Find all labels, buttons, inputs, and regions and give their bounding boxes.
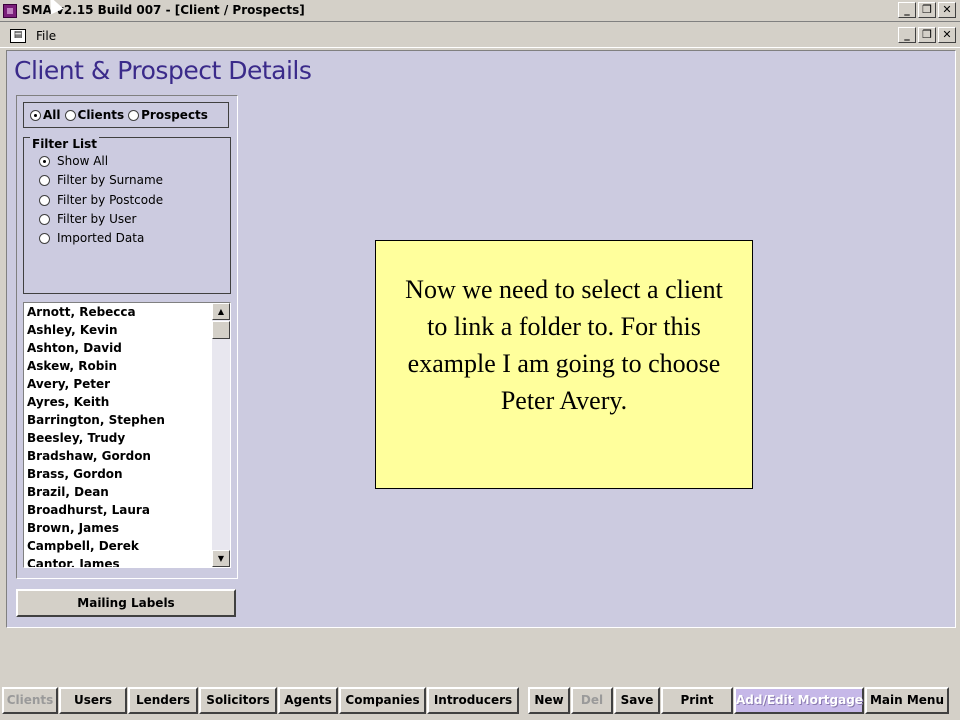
list-item[interactable]: Bradshaw, Gordon xyxy=(27,447,212,465)
form-icon[interactable]: ▤ xyxy=(10,29,26,43)
list-item[interactable]: Brown, James xyxy=(27,519,212,537)
radio-prospects[interactable]: Prospects xyxy=(128,108,208,122)
filter-imported-data-dot[interactable] xyxy=(39,232,50,244)
new-button[interactable]: New xyxy=(528,687,570,714)
scroll-up-arrow-icon[interactable]: ▲ xyxy=(212,303,230,320)
radio-all[interactable]: All xyxy=(30,108,61,122)
menu-file[interactable]: File xyxy=(36,29,56,43)
window-title: SMA v2.15 Build 007 - [Client / Prospect… xyxy=(22,3,305,17)
filter-by-user-dot[interactable] xyxy=(39,213,50,225)
companies-button[interactable]: Companies xyxy=(339,687,426,714)
list-scrollbar[interactable]: ▲ ▼ xyxy=(212,303,230,567)
app-icon[interactable] xyxy=(3,4,17,18)
page-title: Client & Prospect Details xyxy=(14,56,312,85)
save-button[interactable]: Save xyxy=(614,687,660,714)
window-controls: _ ❐ ✕ xyxy=(898,2,956,18)
filter-by-postcode-label: Filter by Postcode xyxy=(57,193,164,207)
list-item[interactable]: Arnott, Rebecca xyxy=(27,303,212,321)
list-item[interactable]: Ashley, Kevin xyxy=(27,321,212,339)
delete-button[interactable]: Del xyxy=(571,687,613,714)
introducers-button[interactable]: Introducers xyxy=(427,687,519,714)
filter-by-surname-dot[interactable] xyxy=(39,174,50,186)
filter-by-postcode[interactable]: Filter by Postcode xyxy=(39,193,163,207)
minimize-button[interactable]: _ xyxy=(898,2,916,18)
list-item[interactable]: Barrington, Stephen xyxy=(27,411,212,429)
radio-prospects-dot[interactable] xyxy=(128,109,140,121)
doc-close-button[interactable]: ✕ xyxy=(938,27,956,43)
solicitors-button[interactable]: Solicitors xyxy=(199,687,277,714)
radio-clients-label: Clients xyxy=(77,108,125,122)
document-controls: _ ❐ ✕ xyxy=(898,27,956,43)
add-edit-mortgage-button[interactable]: Add/Edit Mortgage xyxy=(734,687,864,714)
lenders-button[interactable]: Lenders xyxy=(128,687,198,714)
list-item[interactable]: Brazil, Dean xyxy=(27,483,212,501)
radio-all-label: All xyxy=(43,108,61,122)
list-item[interactable]: Cantor, James xyxy=(27,555,212,567)
radio-all-dot[interactable] xyxy=(30,109,41,121)
main-menu-button[interactable]: Main Menu xyxy=(865,687,949,714)
scroll-thumb[interactable] xyxy=(212,321,230,339)
filter-by-user[interactable]: Filter by User xyxy=(39,212,136,226)
menu-bar: ▤ File xyxy=(0,24,960,48)
list-item[interactable]: Avery, Peter xyxy=(27,375,212,393)
list-item[interactable]: Brass, Gordon xyxy=(27,465,212,483)
radio-clients-dot[interactable] xyxy=(64,109,76,121)
title-bar: SMA v2.15 Build 007 - [Client / Prospect… xyxy=(0,0,960,22)
left-panel: All Clients Prospects Filter List Show A… xyxy=(16,95,238,579)
filter-list-title: Filter List xyxy=(30,137,100,151)
restore-button[interactable]: ❐ xyxy=(918,2,936,18)
radio-prospects-label: Prospects xyxy=(141,108,208,122)
list-item[interactable]: Ayres, Keith xyxy=(27,393,212,411)
close-button[interactable]: ✕ xyxy=(938,2,956,18)
list-item[interactable]: Beesley, Trudy xyxy=(27,429,212,447)
doc-restore-button[interactable]: ❐ xyxy=(918,27,936,43)
filter-by-user-label: Filter by User xyxy=(57,212,137,226)
client-list-items: Arnott, Rebecca Ashley, Kevin Ashton, Da… xyxy=(27,303,212,567)
clients-button[interactable]: Clients xyxy=(2,687,58,714)
filter-imported-data[interactable]: Imported Data xyxy=(39,231,144,245)
print-button[interactable]: Print xyxy=(661,687,733,714)
list-item[interactable]: Ashton, David xyxy=(27,339,212,357)
filter-by-postcode-dot[interactable] xyxy=(39,194,50,206)
doc-minimize-button[interactable]: _ xyxy=(898,27,916,43)
list-item[interactable]: Broadhurst, Laura xyxy=(27,501,212,519)
client-list[interactable]: Arnott, Rebecca Ashley, Kevin Ashton, Da… xyxy=(23,302,231,568)
list-item[interactable]: Askew, Robin xyxy=(27,357,212,375)
mailing-labels-button[interactable]: Mailing Labels xyxy=(16,589,236,617)
instruction-note: Now we need to select a client to link a… xyxy=(375,240,753,489)
bottom-toolbar: Clients Users Lenders Solicitors Agents … xyxy=(0,634,960,720)
filter-list-group: Filter List Show All Filter by Surname F… xyxy=(23,137,231,294)
list-item[interactable]: Campbell, Derek xyxy=(27,537,212,555)
filter-show-all[interactable]: Show All xyxy=(39,154,108,168)
filter-by-surname-label: Filter by Surname xyxy=(57,173,164,187)
radio-clients[interactable]: Clients xyxy=(64,108,125,122)
type-filter-group: All Clients Prospects xyxy=(23,102,229,128)
agents-button[interactable]: Agents xyxy=(278,687,338,714)
filter-by-surname[interactable]: Filter by Surname xyxy=(39,173,163,187)
filter-show-all-dot[interactable] xyxy=(39,155,50,167)
filter-show-all-label: Show All xyxy=(57,154,109,168)
scroll-down-arrow-icon[interactable]: ▼ xyxy=(212,550,230,567)
filter-imported-data-label: Imported Data xyxy=(57,231,145,245)
users-button[interactable]: Users xyxy=(59,687,127,714)
